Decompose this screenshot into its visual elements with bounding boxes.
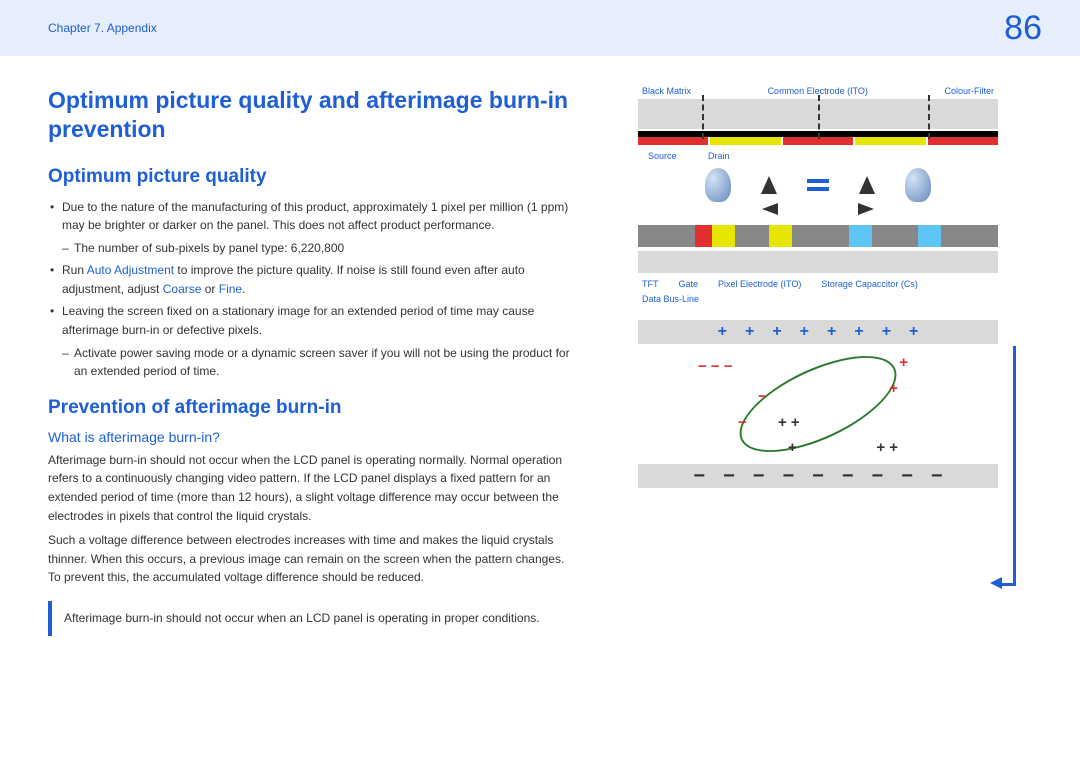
lead-line: [928, 95, 930, 139]
lcd-diagram: Black Matrix Common Electrode (ITO) Colo…: [638, 86, 998, 488]
dash-powersave: Activate power saving mode or a dynamic …: [48, 344, 578, 381]
page-content: Optimum picture quality and afterimage b…: [0, 56, 1080, 636]
auto-adjustment-link[interactable]: Auto Adjustment: [87, 263, 174, 277]
subpixel-list: The number of sub-pixels by panel type: …: [48, 239, 578, 258]
arrow-up-icon: [761, 176, 777, 194]
plus-icon: +: [788, 439, 797, 456]
connector-arrow: [998, 346, 1016, 586]
plus-icon: + +: [876, 439, 898, 456]
arrow-right-icon: [858, 203, 874, 215]
minus-icon: −: [782, 465, 794, 488]
layer-stack: Source Drain: [638, 99, 998, 273]
page-number: 86: [1004, 9, 1042, 48]
note-text: Afterimage burn-in should not occur when…: [64, 611, 540, 625]
plus-icon: +: [909, 323, 918, 341]
minus-icon: −: [723, 465, 735, 488]
plus-icon: +: [889, 380, 898, 397]
tft-layer: [638, 225, 998, 247]
arrow-left-icon: [762, 203, 778, 215]
label-drain: Drain: [708, 151, 730, 161]
label-gate: Gate: [679, 279, 699, 291]
middle-zone: Source Drain: [638, 145, 998, 225]
plus-icon: +: [827, 323, 836, 341]
minus-icon: −: [872, 465, 884, 488]
bullet-auto-adjust: Run Auto Adjustment to improve the pictu…: [48, 261, 578, 298]
page-header: Chapter 7. Appendix 86: [0, 0, 1080, 56]
sub-heading-what-is: What is afterimage burn-in?: [48, 429, 578, 445]
section-heading-prevention: Prevention of afterimage burn-in: [48, 397, 578, 419]
powersave-list: Activate power saving mode or a dynamic …: [48, 344, 578, 381]
plus-icon: +: [800, 323, 809, 341]
plus-icon: +: [745, 323, 754, 341]
fine-link[interactable]: Fine: [219, 282, 242, 296]
diagram-bottom-labels: TFT Gate Pixel Electrode (ITO) Storage C…: [638, 279, 998, 306]
para-burnin-1: Afterimage burn-in should not occur when…: [48, 451, 578, 525]
minus-icon: −: [693, 465, 705, 488]
note-box: Afterimage burn-in should not occur when…: [48, 601, 578, 636]
minus-icon: − − −: [698, 358, 733, 375]
plus-icon: +: [772, 323, 781, 341]
coarse-link[interactable]: Coarse: [163, 282, 202, 296]
top-grey-layer: [638, 99, 998, 129]
dash-subpixels: The number of sub-pixels by panel type: …: [48, 239, 578, 258]
chapter-label: Chapter 7. Appendix: [48, 21, 157, 35]
label-source: Source: [648, 151, 677, 161]
optimum-list2: Run Auto Adjustment to improve the pictu…: [48, 261, 578, 339]
minus-icon: −: [738, 414, 747, 431]
left-column: Optimum picture quality and afterimage b…: [48, 86, 578, 636]
minus-icon: −: [931, 465, 943, 488]
plus-icon: +: [882, 323, 891, 341]
plus-icon: +: [718, 323, 727, 341]
plus-icon: +: [899, 354, 908, 371]
label-storage-cap: Storage Capaccitor (Cs): [821, 279, 918, 291]
minus-icon: −: [842, 465, 854, 488]
page-title: Optimum picture quality and afterimage b…: [48, 86, 578, 144]
plus-icon: + +: [778, 414, 800, 431]
bullet-stationary: Leaving the screen fixed on a stationary…: [48, 302, 578, 339]
ghost-icon: [705, 168, 731, 202]
para-burnin-2: Such a voltage difference between electr…: [48, 531, 578, 587]
label-pixel-electrode: Pixel Electrode (ITO): [718, 279, 801, 291]
section-heading-optimum: Optimum picture quality: [48, 166, 578, 188]
label-data-bus: Data Bus-Line: [642, 294, 994, 306]
optimum-list: Due to the nature of the manufacturing o…: [48, 198, 578, 235]
arrow-up-icon: [859, 176, 875, 194]
minus-icon: −: [758, 388, 767, 405]
minus-icon: −: [901, 465, 913, 488]
label-tft: TFT: [642, 279, 659, 291]
bullet-pixel-ppm: Due to the nature of the manufacturing o…: [48, 198, 578, 235]
lead-line: [702, 95, 704, 139]
bottom-grey-layer: [638, 251, 998, 273]
liquid-crystal-zone: − − − + − + − + + + + +: [638, 344, 998, 464]
ghost-icon: [905, 168, 931, 202]
plus-electrode-bar: + + + + + + + +: [638, 320, 998, 344]
lead-line: [818, 95, 820, 139]
plus-icon: +: [854, 323, 863, 341]
minus-icon: −: [753, 465, 765, 488]
minus-icon: −: [812, 465, 824, 488]
right-column: Black Matrix Common Electrode (ITO) Colo…: [618, 86, 1018, 636]
minus-electrode-bar: −−−−−−−−−: [638, 464, 998, 488]
label-colour-filter: Colour-Filter: [944, 86, 994, 97]
label-black-matrix: Black Matrix: [642, 86, 691, 97]
